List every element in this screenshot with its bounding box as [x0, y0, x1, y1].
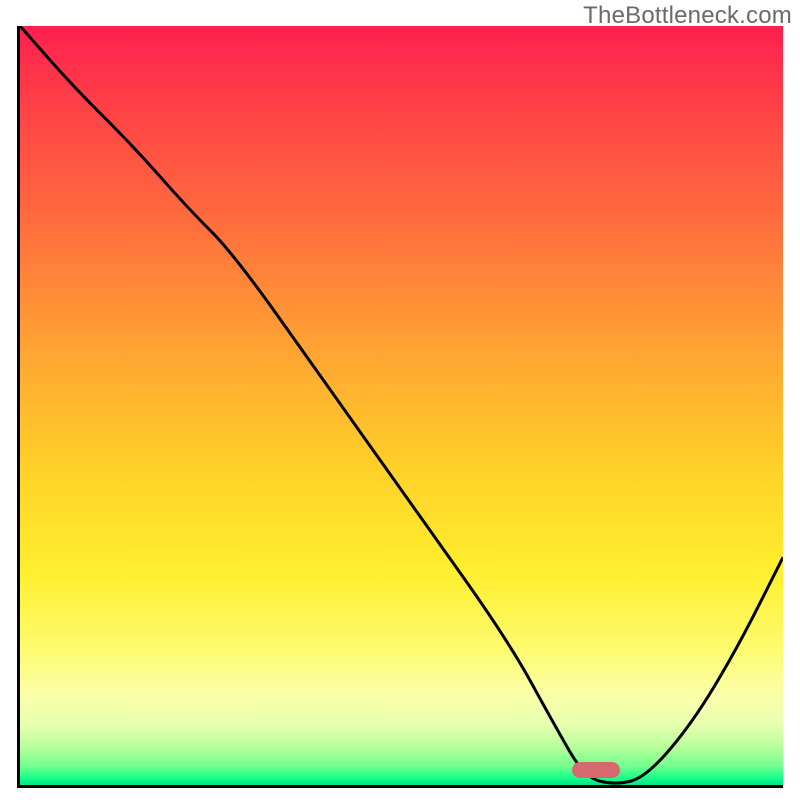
chart-container: TheBottleneck.com	[0, 0, 800, 800]
watermark-text: TheBottleneck.com	[583, 2, 792, 30]
curve-svg	[20, 26, 783, 785]
optimal-point-marker	[572, 762, 620, 778]
bottleneck-curve	[20, 26, 783, 783]
plot-area	[17, 26, 783, 788]
